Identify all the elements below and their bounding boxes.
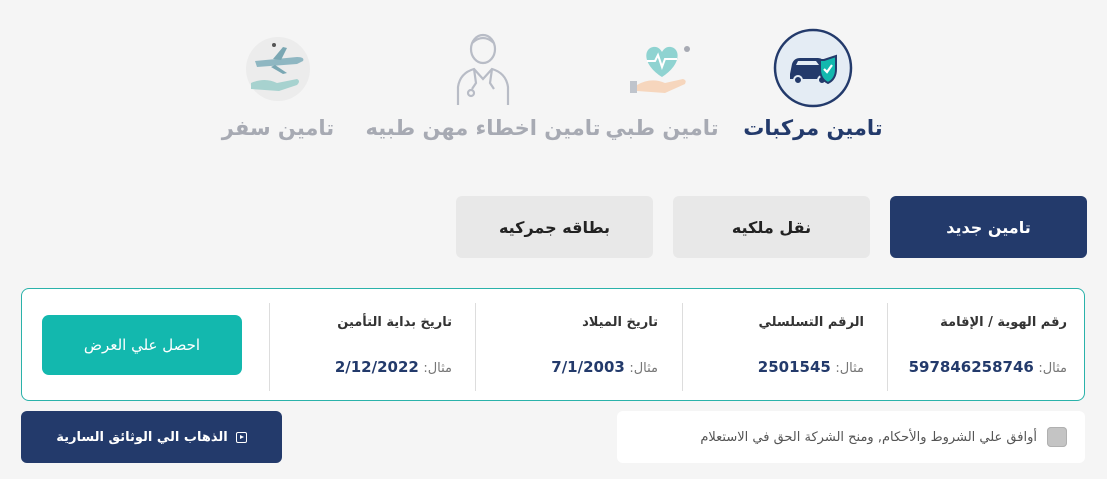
doctor-icon: [441, 26, 525, 110]
birth-date-field[interactable]: تاريخ الميلاد مثال: 7/1/2003: [478, 303, 678, 391]
category-label: تامين سفر: [221, 116, 335, 140]
category-travel-insurance[interactable]: تامين سفر: [193, 26, 363, 140]
play-square-icon: [235, 431, 247, 443]
terms-checkbox[interactable]: [1047, 427, 1067, 447]
id-number-field[interactable]: رقم الهوية / الإقامة مثال: 597846258746: [887, 303, 1087, 391]
category-medical-insurance[interactable]: تامين طبي: [577, 26, 747, 140]
category-label: تامين مركبات: [743, 116, 883, 140]
category-vehicle-insurance[interactable]: تامين مركبات: [728, 26, 898, 140]
tab-ownership-transfer[interactable]: نقل ملكيه: [673, 196, 870, 258]
category-label: تامين طبي: [605, 116, 719, 140]
plane-hand-icon: [236, 26, 320, 110]
tab-new-insurance[interactable]: تامين جديد: [890, 196, 1087, 258]
serial-number-input[interactable]: مثال: 2501545: [704, 358, 864, 376]
car-shield-icon: [771, 26, 855, 110]
tab-customs-card[interactable]: بطاقه جمركيه: [456, 196, 653, 258]
start-date-field[interactable]: تاريخ بداية التأمين مثال: 2/12/2022: [272, 303, 472, 391]
id-number-input[interactable]: مثال: 597846258746: [907, 358, 1067, 376]
field-divider: [682, 303, 683, 391]
active-policies-button[interactable]: الذهاب الي الوثائق السارية: [21, 411, 282, 463]
heart-hand-icon: [620, 26, 704, 110]
terms-text: أوافق علي الشروط والأحكام, ومنح الشركة ا…: [700, 429, 1037, 445]
serial-number-example: 2501545: [757, 358, 831, 376]
example-prefix: مثال:: [423, 361, 452, 376]
category-malpractice-insurance[interactable]: تامين اخطاء مهن طبيه: [366, 26, 601, 140]
get-quote-button[interactable]: احصل علي العرض: [42, 315, 242, 375]
field-divider: [269, 303, 270, 391]
example-prefix: مثال:: [1038, 361, 1067, 376]
field-divider: [475, 303, 476, 391]
id-number-label: رقم الهوية / الإقامة: [940, 315, 1067, 330]
example-prefix: مثال:: [629, 361, 658, 376]
serial-number-field[interactable]: الرقم التسلسلي مثال: 2501545: [684, 303, 884, 391]
start-date-example: 2/12/2022: [334, 358, 419, 376]
quote-form-card: رقم الهوية / الإقامة مثال: 597846258746 …: [21, 288, 1085, 401]
birth-date-label: تاريخ الميلاد: [582, 315, 658, 330]
terms-agreement: أوافق علي الشروط والأحكام, ومنح الشركة ا…: [617, 411, 1085, 463]
field-divider: [887, 303, 888, 391]
category-label: تامين اخطاء مهن طبيه: [365, 116, 601, 140]
birth-date-input[interactable]: مثال: 7/1/2003: [498, 358, 658, 376]
id-number-example: 597846258746: [908, 358, 1034, 376]
start-date-input[interactable]: مثال: 2/12/2022: [292, 358, 452, 376]
example-prefix: مثال:: [835, 361, 864, 376]
birth-date-example: 7/1/2003: [551, 358, 625, 376]
active-policies-label: الذهاب الي الوثائق السارية: [56, 429, 228, 445]
serial-number-label: الرقم التسلسلي: [758, 315, 864, 330]
start-date-label: تاريخ بداية التأمين: [337, 315, 452, 330]
